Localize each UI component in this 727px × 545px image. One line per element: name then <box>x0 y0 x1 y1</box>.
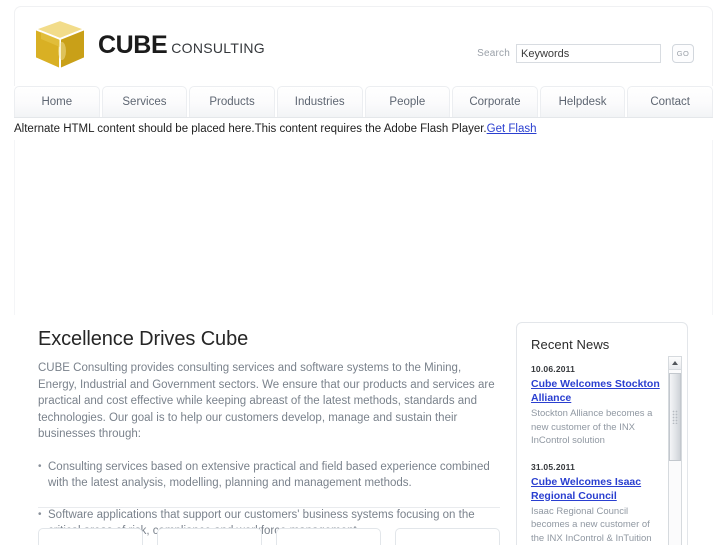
news-scrollbar[interactable] <box>668 356 682 545</box>
content-divider <box>38 507 500 508</box>
recent-news-title: Recent News <box>531 337 610 352</box>
feature-box[interactable] <box>157 528 262 545</box>
grip-icon <box>672 410 678 424</box>
nav-item-industries[interactable]: Industries <box>276 86 363 117</box>
nav-item-helpdesk[interactable]: Helpdesk <box>539 86 626 117</box>
list-item: 31.05.2011 Cube Welcomes Isaac Regional … <box>531 462 663 545</box>
get-flash-link[interactable]: Get Flash <box>487 123 537 135</box>
site-header: CUBE CONSULTING Search GO <box>14 6 713 86</box>
feature-box[interactable] <box>38 528 143 545</box>
intro-paragraph: CUBE Consulting provides consulting serv… <box>38 362 495 440</box>
search-go-button[interactable]: GO <box>672 44 694 63</box>
feature-box[interactable] <box>276 528 381 545</box>
search-label: Search <box>477 48 510 59</box>
site-logo[interactable]: CUBE CONSULTING <box>31 17 265 73</box>
search-area: Search GO <box>477 44 694 63</box>
scrollbar-thumb[interactable] <box>669 373 681 461</box>
flash-notice-text: Alternate HTML content should be placed … <box>14 123 487 135</box>
logo-wordmark: CUBE CONSULTING <box>98 31 265 60</box>
nav-item-contact[interactable]: Contact <box>627 86 713 117</box>
logo-brand: CUBE <box>98 30 168 59</box>
nav-item-services[interactable]: Services <box>101 86 188 117</box>
nav-item-people[interactable]: People <box>364 86 451 117</box>
news-headline-link[interactable]: Cube Welcomes Stockton Alliance <box>531 377 663 405</box>
feature-box-row <box>38 528 500 545</box>
list-item: 10.06.2011 Cube Welcomes Stockton Allian… <box>531 364 663 448</box>
nav-item-home[interactable]: Home <box>14 86 100 117</box>
news-date: 10.06.2011 <box>531 364 576 374</box>
page-root: CUBE CONSULTING Search GO Home Services … <box>0 0 727 545</box>
scroll-up-button[interactable] <box>669 357 681 370</box>
search-input[interactable] <box>516 44 661 63</box>
news-list: 10.06.2011 Cube Welcomes Stockton Allian… <box>531 364 663 545</box>
nav-item-corporate[interactable]: Corporate <box>452 86 538 117</box>
flash-alternate-notice: Alternate HTML content should be placed … <box>14 123 537 135</box>
chevron-up-icon <box>672 361 678 365</box>
news-summary: Isaac Regional Council becomes a new cus… <box>531 505 652 544</box>
recent-news-panel: Recent News 10.06.2011 Cube Welcomes Sto… <box>516 322 688 545</box>
gold-cube-icon <box>32 18 88 71</box>
news-date: 31.05.2011 <box>531 461 576 472</box>
main-content: Excellence Drives Cube CUBE Consulting p… <box>38 328 498 545</box>
feature-box[interactable] <box>395 528 500 545</box>
list-item: Consulting services based on extensive p… <box>38 459 498 492</box>
news-summary: Stockton Alliance becomes a new customer… <box>531 408 653 446</box>
main-navigation: Home Services Products Industries People… <box>14 86 713 118</box>
logo-subbrand: CONSULTING <box>171 39 265 56</box>
page-title: Excellence Drives Cube <box>38 328 249 350</box>
nav-item-products[interactable]: Products <box>189 86 275 117</box>
news-headline-link[interactable]: Cube Welcomes Isaac Regional Council <box>531 475 663 503</box>
flash-banner-placeholder <box>14 140 713 315</box>
